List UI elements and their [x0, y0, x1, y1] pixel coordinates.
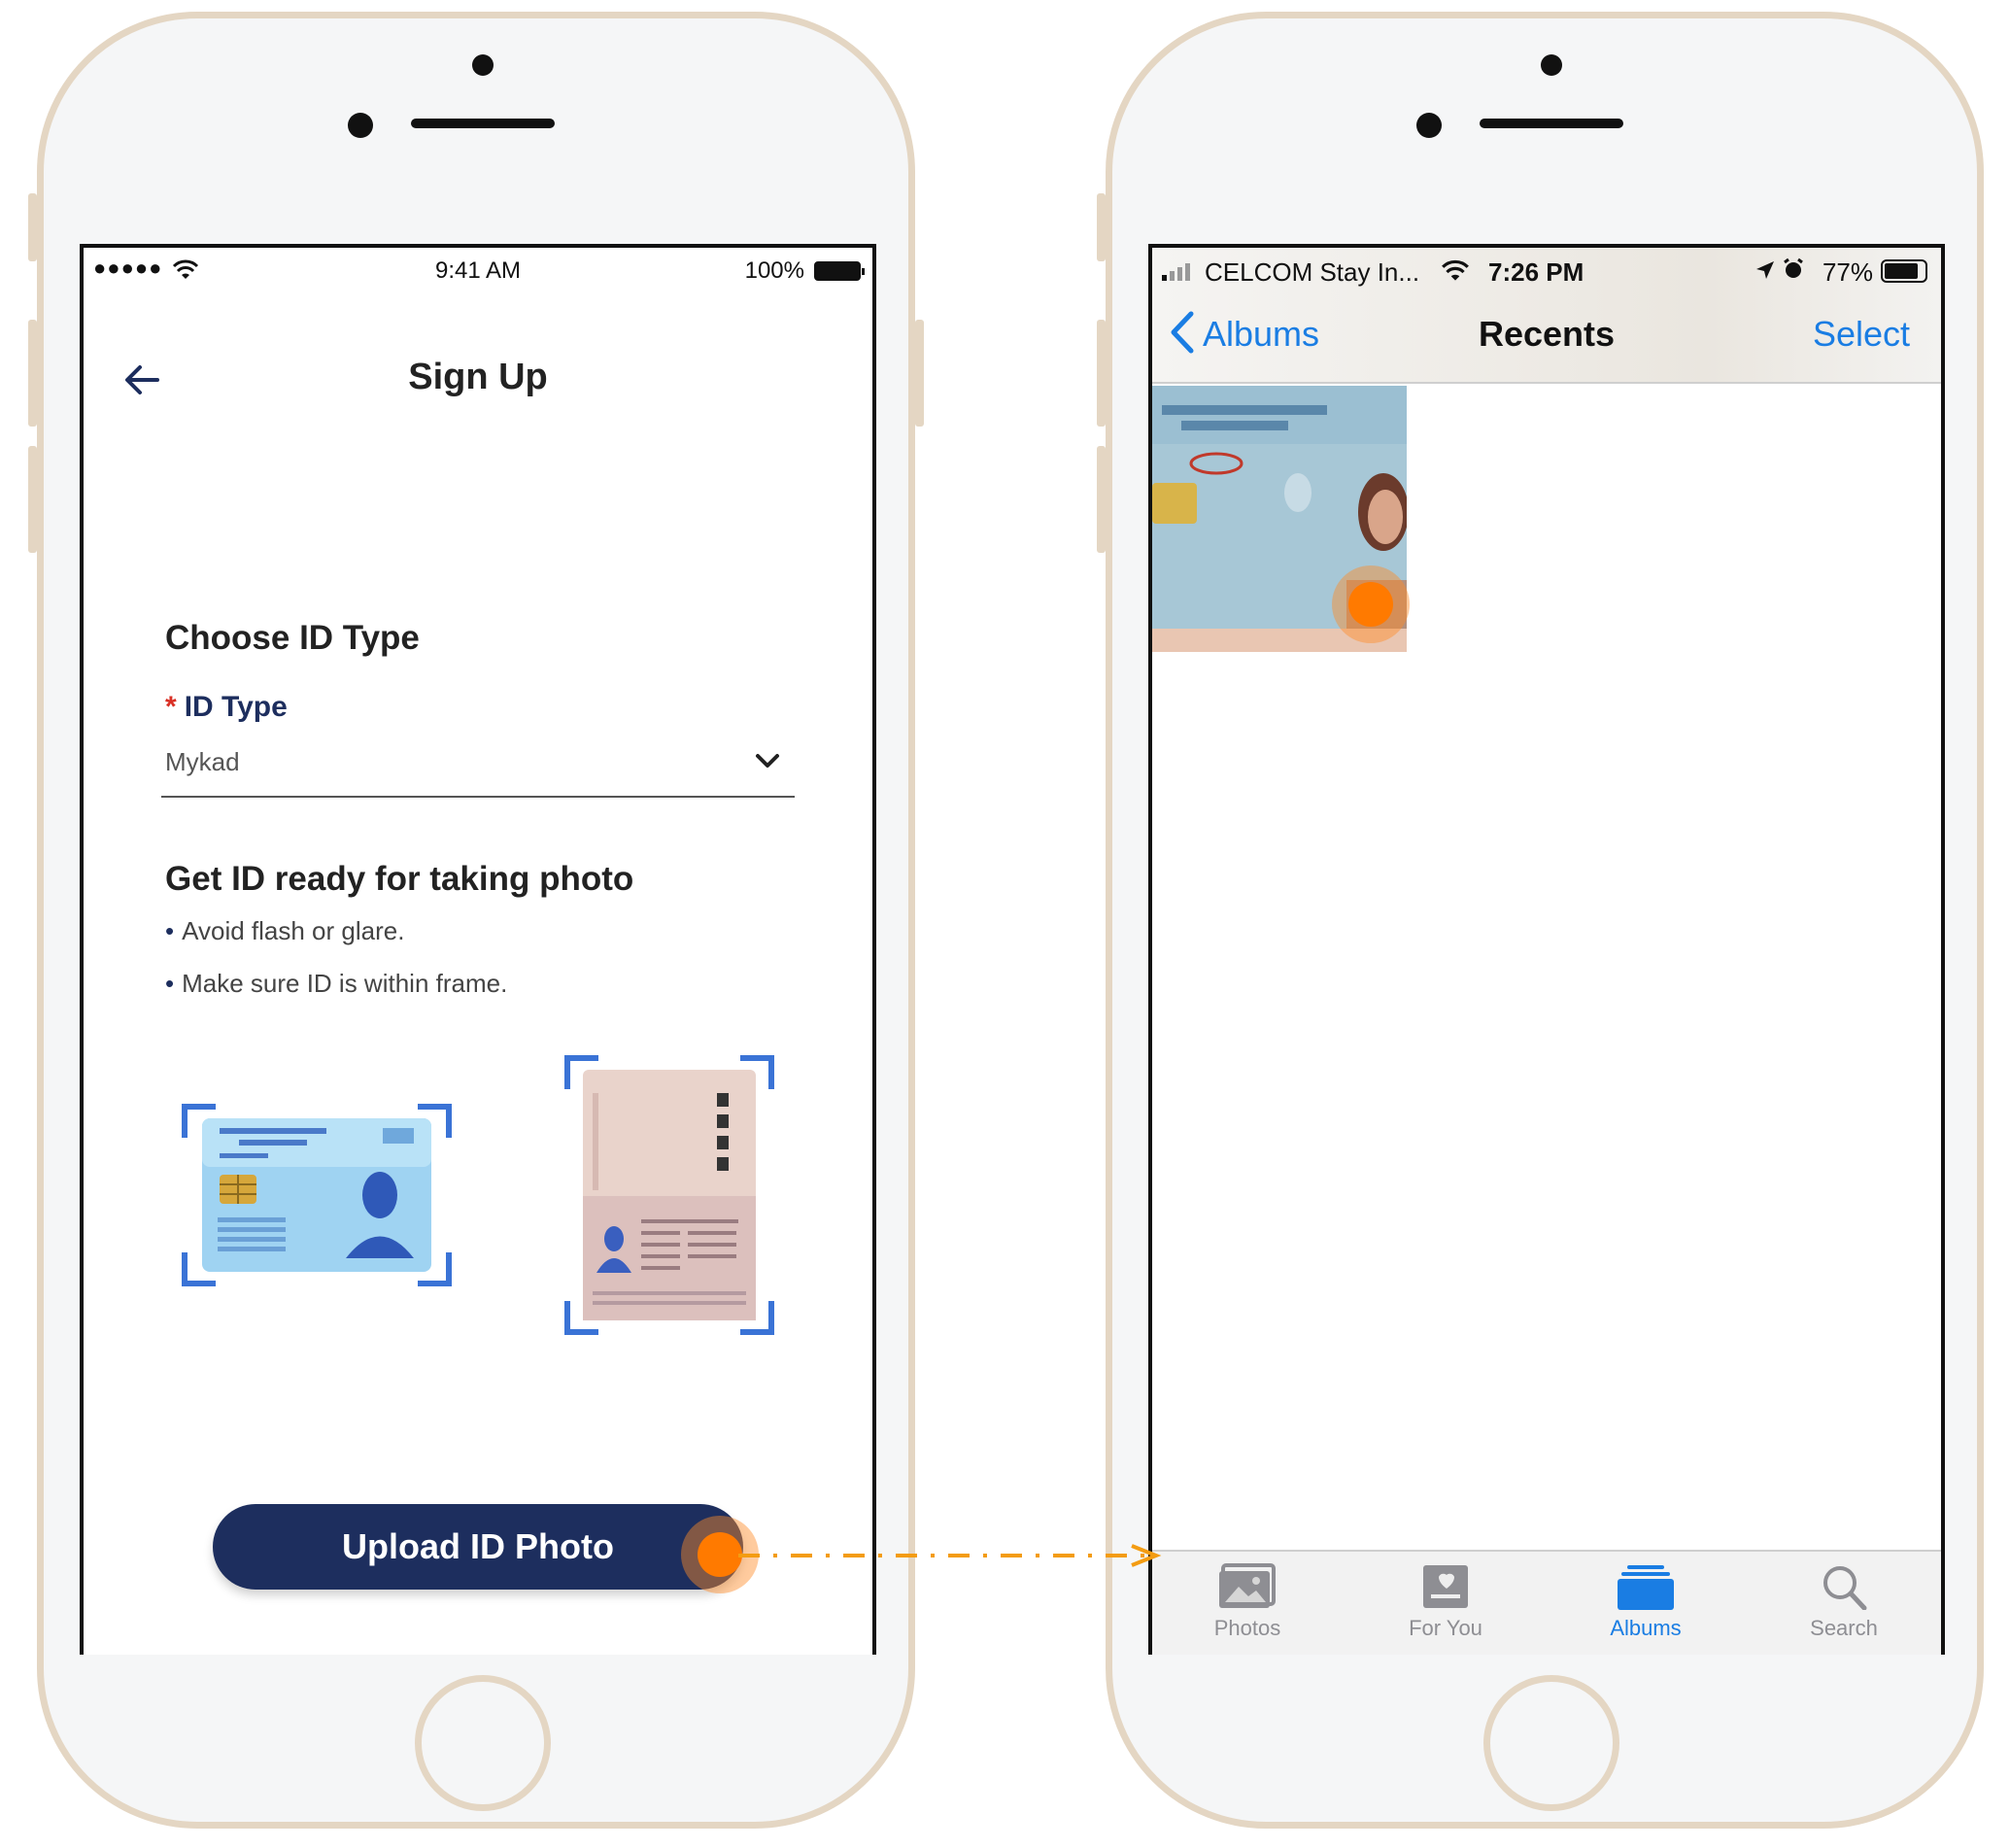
status-time: 7:26 PM — [1488, 257, 1584, 287]
carrier-name: CELCOM Stay In... — [1205, 257, 1420, 287]
screen-photo-picker: CELCOM Stay In... 7:26 PM 77% Albums Rec… — [1148, 244, 1945, 1655]
search-icon — [1823, 1566, 1867, 1610]
passport-illustration — [564, 1055, 774, 1335]
alarm-clock-icon — [1784, 257, 1803, 278]
battery-percent: 100% — [744, 257, 804, 284]
chevron-down-icon[interactable] — [748, 741, 787, 780]
sensor — [1416, 113, 1442, 138]
mute-switch — [1097, 193, 1106, 261]
tap-indicator-thumbnail — [1332, 565, 1410, 643]
ios-nav-header: CELCOM Stay In... 7:26 PM 77% Albums Rec… — [1152, 248, 1941, 384]
required-asterisk: * — [165, 691, 177, 723]
select-button[interactable]: Select — [1813, 314, 1910, 355]
photos-icon — [1219, 1563, 1276, 1608]
flow-arrow — [738, 1544, 1162, 1567]
tab-label: Search — [1810, 1616, 1878, 1640]
upload-id-photo-button[interactable]: Upload ID Photo — [213, 1504, 743, 1590]
status-bar: ●●●●● 9:41 AM 100% — [84, 248, 872, 291]
mykad-illustration — [182, 1104, 452, 1286]
tip-item: • Avoid flash or glare. — [165, 916, 405, 945]
tab-bar: Photos For You Albums Search — [1152, 1550, 1941, 1655]
battery-percent: 77% — [1822, 257, 1873, 287]
tab-search[interactable]: Search — [1776, 1563, 1912, 1641]
wifi-icon — [1442, 259, 1469, 281]
tab-photos[interactable]: Photos — [1179, 1563, 1315, 1641]
tab-label: Albums — [1610, 1616, 1682, 1640]
volume-down-button — [28, 446, 37, 553]
id-type-label-text: ID Type — [184, 691, 288, 723]
volume-up-button — [1097, 320, 1106, 427]
tip-item: • Make sure ID is within frame. — [165, 969, 508, 998]
volume-up-button — [28, 320, 37, 427]
choose-id-heading: Choose ID Type — [165, 619, 420, 657]
earpiece-speaker — [1480, 119, 1623, 128]
front-camera — [472, 54, 494, 76]
earpiece-speaker — [411, 119, 555, 128]
volume-down-button — [1097, 446, 1106, 553]
albums-icon — [1618, 1565, 1674, 1610]
phone-right: CELCOM Stay In... 7:26 PM 77% Albums Rec… — [1097, 12, 1984, 1829]
sensor — [348, 113, 373, 138]
tab-for-you[interactable]: For You — [1378, 1563, 1514, 1641]
tip-text: Avoid flash or glare. — [182, 916, 405, 945]
select-underline — [161, 796, 795, 798]
id-type-select[interactable]: Mykad — [165, 747, 240, 777]
tab-label: Photos — [1213, 1616, 1281, 1640]
screen-sign-up: ●●●●● 9:41 AM 100% Sign Up Choose ID Typ… — [80, 244, 876, 1655]
location-arrow-icon — [1756, 261, 1774, 279]
tab-albums[interactable]: Albums — [1578, 1563, 1714, 1641]
battery-icon — [814, 261, 865, 281]
status-bar: CELCOM Stay In... 7:26 PM 77% — [1152, 248, 1941, 291]
tip-text: Make sure ID is within frame. — [182, 969, 508, 998]
front-camera — [1541, 54, 1562, 76]
tab-label: For You — [1409, 1616, 1482, 1640]
page-title: Sign Up — [408, 357, 548, 397]
home-button — [415, 1675, 551, 1811]
home-button — [1483, 1675, 1619, 1811]
id-type-label: * ID Type — [165, 691, 288, 724]
for-you-icon — [1423, 1565, 1468, 1608]
ready-heading: Get ID ready for taking photo — [165, 860, 634, 898]
battery-icon — [1881, 259, 1927, 283]
power-button — [915, 320, 924, 427]
signal-bars-icon — [1162, 263, 1190, 281]
mute-switch — [28, 193, 37, 261]
